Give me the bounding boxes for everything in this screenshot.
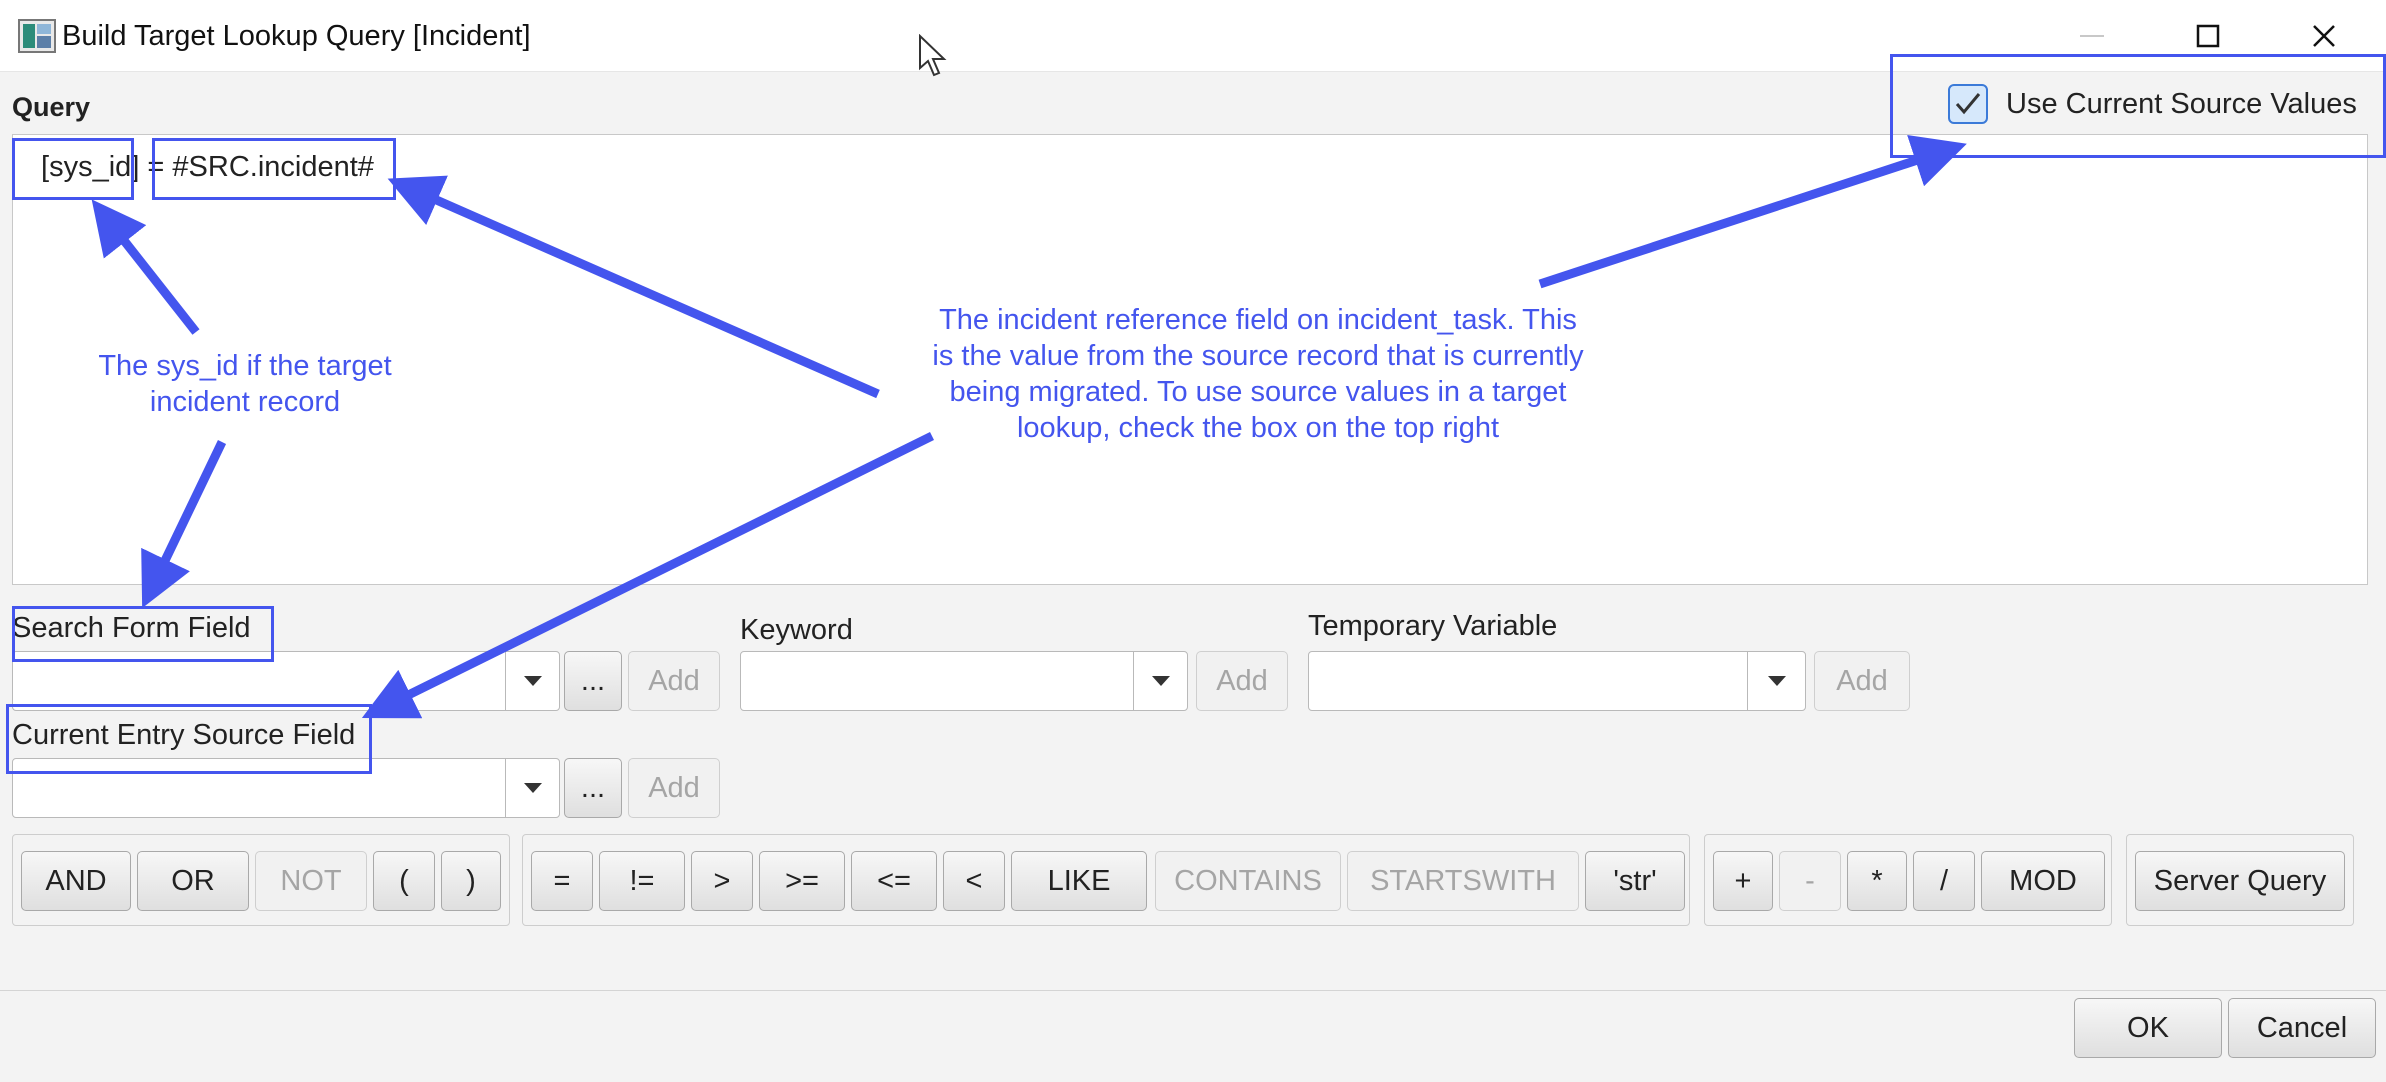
maximize-icon [2196,24,2220,48]
multiply-button[interactable]: * [1847,851,1907,911]
close-paren-button[interactable]: ) [441,851,501,911]
keyword-dropdown[interactable] [1133,652,1187,710]
greater-equal-button[interactable]: >= [759,851,845,911]
plus-button[interactable]: + [1713,851,1773,911]
like-button[interactable]: LIKE [1011,851,1147,911]
temporary-variable-add-button[interactable]: Add [1814,651,1910,711]
keyword-label: Keyword [740,614,853,646]
temporary-variable-label: Temporary Variable [1308,610,1558,642]
server-query-group: Server Query [2126,834,2354,926]
logic-operator-group: AND OR NOT ( ) [12,834,510,926]
divide-button[interactable]: / [1913,851,1975,911]
temporary-variable-dropdown[interactable] [1747,652,1805,710]
arithmetic-operator-group: + - * / MOD [1704,834,2112,926]
startswith-button[interactable]: STARTSWITH [1347,851,1579,911]
chevron-down-icon [1151,676,1170,686]
chevron-down-icon [523,676,542,686]
annotation-box-use-current [1890,54,2386,158]
search-form-field-dropdown[interactable] [505,652,559,710]
chevron-down-icon [1767,676,1786,686]
string-literal-button[interactable]: 'str' [1585,851,1685,911]
annotation-sys-id-note: The sys_id if the target incident record [98,350,392,418]
server-query-button[interactable]: Server Query [2135,851,2345,911]
footer-divider [0,990,2386,991]
temporary-variable-combo[interactable] [1308,651,1806,711]
current-entry-source-field-dropdown[interactable] [505,759,559,817]
mouse-cursor-icon [918,33,948,78]
annotation-box-src-incident [152,138,396,200]
or-button[interactable]: OR [137,851,249,911]
window-title: Build Target Lookup Query [Incident] [62,20,531,52]
minimize-icon [2080,35,2104,37]
query-label: Query [12,92,91,122]
greater-than-button[interactable]: > [691,851,753,911]
annotation-box-sys-id [12,138,134,200]
search-form-field-add-button[interactable]: Add [628,651,720,711]
annotation-box-search-form-field [12,606,274,662]
chevron-down-icon [523,783,542,793]
search-form-field-browse-button[interactable]: ... [564,651,622,711]
mod-button[interactable]: MOD [1981,851,2105,911]
open-paren-button[interactable]: ( [373,851,435,911]
current-entry-source-field-add-button[interactable]: Add [628,758,720,818]
less-than-button[interactable]: < [943,851,1005,911]
annotation-incident-note: The incident reference field on incident… [932,304,1584,444]
minus-button[interactable]: - [1779,851,1841,911]
ok-button[interactable]: OK [2074,998,2222,1058]
cancel-button[interactable]: Cancel [2228,998,2376,1058]
not-equals-button[interactable]: != [599,851,685,911]
and-button[interactable]: AND [21,851,131,911]
less-equal-button[interactable]: <= [851,851,937,911]
not-button[interactable]: NOT [255,851,367,911]
contains-button[interactable]: CONTAINS [1155,851,1341,911]
keyword-combo[interactable] [740,651,1188,711]
equals-button[interactable]: = [531,851,593,911]
keyword-add-button[interactable]: Add [1196,651,1288,711]
comparison-operator-group: = != > >= <= < LIKE CONTAINS STARTSWITH … [522,834,1690,926]
current-entry-source-field-browse-button[interactable]: ... [564,758,622,818]
annotation-box-current-entry-source-field [6,704,372,774]
close-icon [2313,25,2335,47]
app-icon [18,18,58,54]
